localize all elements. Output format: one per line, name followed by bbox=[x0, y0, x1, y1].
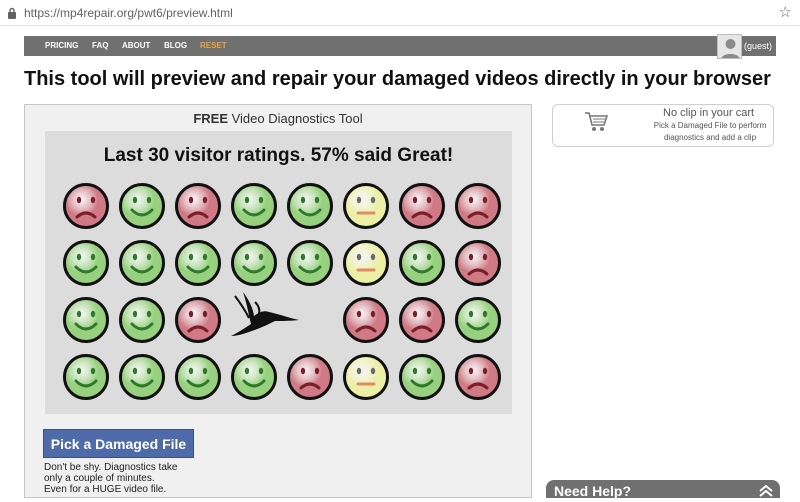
user-silhouette-icon bbox=[721, 39, 740, 58]
rating-face-bad bbox=[63, 183, 109, 229]
rating-face-great bbox=[399, 354, 445, 400]
hint-line: Even for a HUGE video file. bbox=[44, 484, 167, 495]
hint-line: Don't be shy. Diagnostics take bbox=[44, 462, 178, 473]
shopping-cart-icon bbox=[584, 111, 609, 138]
url-text[interactable]: https://mp4repair.org/pwt6/preview.html bbox=[24, 6, 233, 20]
cart-panel[interactable]: No clip in your cart Pick a Damaged File… bbox=[552, 104, 774, 147]
need-help-label: Need Help? bbox=[554, 483, 632, 499]
rating-face-great bbox=[287, 240, 333, 286]
panel-title-rest: Video Diagnostics Tool bbox=[228, 111, 363, 126]
rating-face-great bbox=[287, 183, 333, 229]
rating-face-bad bbox=[455, 240, 501, 286]
rating-face-bad bbox=[175, 183, 221, 229]
rating-face-great bbox=[455, 297, 501, 343]
rating-face-bad bbox=[455, 354, 501, 400]
rating-face-bad bbox=[287, 354, 333, 400]
browser-address-bar[interactable]: https://mp4repair.org/pwt6/preview.html … bbox=[0, 0, 800, 26]
double-chevron-up-icon[interactable] bbox=[758, 484, 774, 502]
panel-title: FREE Video Diagnostics Tool bbox=[25, 111, 531, 126]
nav-blog[interactable]: BLOG bbox=[164, 41, 187, 50]
rating-face-great bbox=[119, 183, 165, 229]
nav-faq[interactable]: FAQ bbox=[92, 41, 108, 50]
rating-face-great bbox=[231, 354, 277, 400]
nav-pricing[interactable]: PRICING bbox=[45, 41, 78, 50]
ratings-title: Last 30 visitor ratings. 57% said Great! bbox=[103, 145, 454, 166]
rating-face-great bbox=[399, 240, 445, 286]
nav-about[interactable]: ABOUT bbox=[122, 41, 150, 50]
cart-title: No clip in your cart bbox=[663, 107, 755, 119]
rating-face-bad bbox=[175, 297, 221, 343]
page-headline: This tool will preview and repair your d… bbox=[24, 68, 771, 90]
rating-face-great bbox=[119, 297, 165, 343]
rating-face-great bbox=[119, 354, 165, 400]
need-help-tab[interactable]: Need Help? bbox=[546, 480, 780, 499]
crane-bird-icon bbox=[229, 290, 301, 343]
user-name[interactable]: (guest) bbox=[744, 41, 772, 51]
rating-face-ok bbox=[343, 354, 389, 400]
rating-face-great bbox=[63, 297, 109, 343]
bookmark-star-icon[interactable]: ☆ bbox=[779, 3, 792, 21]
rating-face-great bbox=[63, 240, 109, 286]
rating-face-great bbox=[231, 240, 277, 286]
rating-face-great bbox=[119, 240, 165, 286]
avatar[interactable] bbox=[717, 34, 742, 59]
top-navigation: PRICING FAQ ABOUT BLOG RESET bbox=[24, 36, 776, 56]
hint-text: Don't be shy. Diagnostics take only a co… bbox=[44, 462, 194, 495]
lock-icon bbox=[7, 6, 17, 24]
rating-face-great bbox=[63, 354, 109, 400]
rating-face-bad bbox=[399, 297, 445, 343]
nav-reset[interactable]: RESET bbox=[200, 41, 227, 50]
rating-face-bad bbox=[455, 183, 501, 229]
pick-damaged-file-button[interactable]: Pick a Damaged File bbox=[43, 429, 194, 458]
rating-face-great bbox=[175, 354, 221, 400]
rating-face-bad bbox=[399, 183, 445, 229]
rating-face-ok bbox=[343, 240, 389, 286]
hint-line: only a couple of minutes. bbox=[44, 473, 155, 484]
rating-face-bad bbox=[343, 297, 389, 343]
cart-subtitle: Pick a Damaged File to perform diagnosti… bbox=[653, 121, 767, 142]
rating-face-great bbox=[231, 183, 277, 229]
rating-face-great bbox=[175, 240, 221, 286]
ratings-box: Last 30 visitor ratings. 57% said Great! bbox=[45, 131, 512, 414]
panel-title-bold: FREE bbox=[193, 111, 228, 126]
rating-face-ok bbox=[343, 183, 389, 229]
